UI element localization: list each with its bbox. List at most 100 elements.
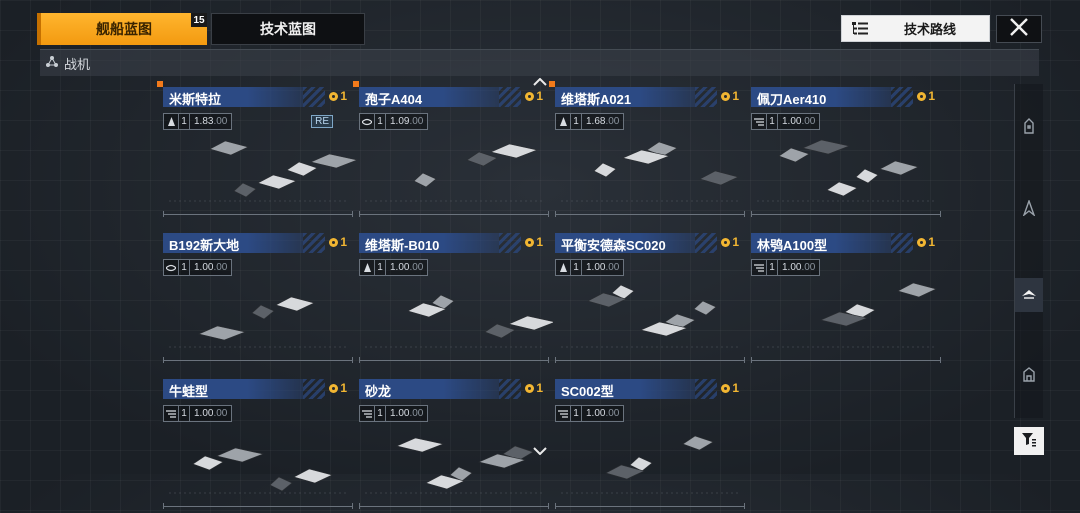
ratio-suffix: .00: [605, 262, 620, 273]
list-tree-icon: [852, 21, 868, 36]
card-divider: [163, 503, 353, 509]
ratio-suffix: .00: [213, 262, 228, 273]
ship-name: 维塔斯A021: [561, 92, 632, 107]
filter-button[interactable]: [1014, 427, 1044, 455]
ship-blueprint-art: [551, 419, 749, 503]
blueprint-card[interactable]: 孢子A404 1 1 1.09.00: [353, 81, 553, 221]
corvette-icon: [1022, 366, 1036, 387]
ship-name: 米斯特拉: [169, 92, 222, 107]
count-value: 1: [928, 89, 935, 103]
card-divider: [163, 357, 353, 363]
ratio-value: 1.00: [194, 262, 214, 273]
destroyer-icon: [1022, 198, 1036, 221]
count-value: 1: [536, 89, 543, 103]
blueprint-count: 1: [721, 235, 739, 249]
blueprint-count: 1: [721, 89, 739, 103]
ratio-suffix: .00: [801, 262, 816, 273]
ship-name: 林鸮A100型: [757, 238, 828, 253]
ratio-value: 1.83: [194, 116, 214, 127]
ratio-suffix: .00: [409, 408, 424, 419]
coin-icon: [721, 383, 731, 393]
ship-name: B192新大地: [169, 238, 240, 253]
ratio-value: 1.09: [390, 116, 410, 127]
blueprint-card[interactable]: 维塔斯A021 1 1 1.68.00: [549, 81, 749, 221]
ratio-value: 1.00: [782, 116, 802, 127]
card-divider: [751, 211, 941, 217]
blueprint-card[interactable]: 佩刀Aer410 1 1 1.00.00: [747, 83, 945, 221]
ship-name: 平衡安德森SC020: [561, 238, 666, 253]
ratio-value: 1.00: [390, 262, 410, 273]
ship-name: SC002型: [561, 384, 614, 399]
category-rail: [1014, 84, 1043, 418]
count-value: 1: [536, 381, 543, 395]
tab-label: 技术蓝图: [260, 21, 316, 37]
count-value: 1: [536, 235, 543, 249]
coin-icon: [525, 237, 535, 247]
ship-blueprint-art: [551, 273, 749, 357]
close-icon: [1009, 17, 1029, 42]
ship-name: 佩刀Aer410: [757, 92, 827, 107]
tab-ship-blueprints[interactable]: 舰船蓝图 15: [37, 13, 207, 45]
coin-icon: [917, 237, 927, 247]
ship-blueprint-art: [355, 127, 553, 211]
section-header-fighters: 战机: [40, 49, 1039, 76]
ship-name: 孢子A404: [365, 92, 423, 107]
close-button[interactable]: [996, 15, 1042, 43]
card-divider: [555, 357, 745, 363]
coin-icon: [721, 91, 731, 101]
card-divider: [359, 503, 549, 509]
card-divider: [359, 211, 549, 217]
ratio-suffix: .00: [605, 116, 620, 127]
tech-route-button[interactable]: 技术路线: [841, 15, 990, 42]
ratio-suffix: .00: [213, 116, 228, 127]
ship-blueprint-art: [355, 419, 553, 503]
card-divider: [555, 503, 745, 509]
ratio-suffix: .00: [605, 408, 620, 419]
blueprint-count: 1: [525, 89, 543, 103]
tab-label: 舰船蓝图: [96, 21, 152, 37]
rail-corvette[interactable]: [1021, 366, 1037, 387]
battleship-icon: [1022, 117, 1036, 139]
blueprint-count: 1: [329, 235, 347, 249]
ratio-suffix: .00: [801, 116, 816, 127]
count-value: 1: [928, 235, 935, 249]
coin-icon: [329, 383, 339, 393]
tech-route-label: 技术路线: [904, 22, 957, 37]
blueprint-card[interactable]: 米斯特拉 1 1 1.83.00 RE: [157, 81, 359, 221]
ratio-value: 1.00: [586, 262, 606, 273]
count-value: 1: [732, 381, 739, 395]
coin-icon: [525, 383, 535, 393]
blueprint-card[interactable]: 平衡安德森SC020 1 1 1.00.00: [551, 229, 749, 367]
rail-fighter[interactable]: [1015, 278, 1043, 312]
ratio-suffix: .00: [409, 262, 424, 273]
rail-destroyer[interactable]: [1021, 198, 1037, 221]
count-value: 1: [732, 235, 739, 249]
ship-name: 砂龙: [365, 384, 392, 399]
fighter-icon: [1021, 286, 1037, 304]
card-divider: [163, 211, 353, 217]
blueprint-card[interactable]: 牛蛙型 1 1 1.00.00: [159, 375, 357, 513]
count-value: 1: [340, 235, 347, 249]
blueprint-card[interactable]: B192新大地 1 1 1.00.00: [159, 229, 357, 367]
blueprint-count: 1: [525, 235, 543, 249]
coin-icon: [329, 237, 339, 247]
blueprint-count: 1: [721, 381, 739, 395]
coin-icon: [525, 91, 535, 101]
tab-tech-blueprints[interactable]: 技术蓝图: [211, 13, 365, 45]
ratio-value: 1.00: [586, 408, 606, 419]
count-value: 1: [340, 381, 347, 395]
rail-battleship[interactable]: [1021, 117, 1037, 139]
ship-name: 牛蛙型: [169, 384, 209, 399]
blueprint-card[interactable]: 维塔斯-B010 1 1 1.00.00: [355, 229, 557, 367]
blueprint-count: 1: [917, 235, 935, 249]
ratio-suffix: .00: [213, 408, 228, 419]
blueprint-card[interactable]: 砂龙 1 1 1.00.00: [355, 375, 553, 513]
blueprint-card[interactable]: 林鸮A100型 1 1 1.00.00: [747, 229, 945, 367]
card-divider: [555, 211, 745, 217]
ship-blueprint-art: [159, 273, 357, 357]
section-title: 战机: [64, 56, 91, 72]
ship-name: 维塔斯-B010: [365, 238, 440, 253]
blueprint-card[interactable]: SC002型 1 1 1.00.00: [551, 375, 749, 513]
ship-blueprint-art: [747, 273, 945, 357]
blueprint-count: 1: [329, 381, 347, 395]
